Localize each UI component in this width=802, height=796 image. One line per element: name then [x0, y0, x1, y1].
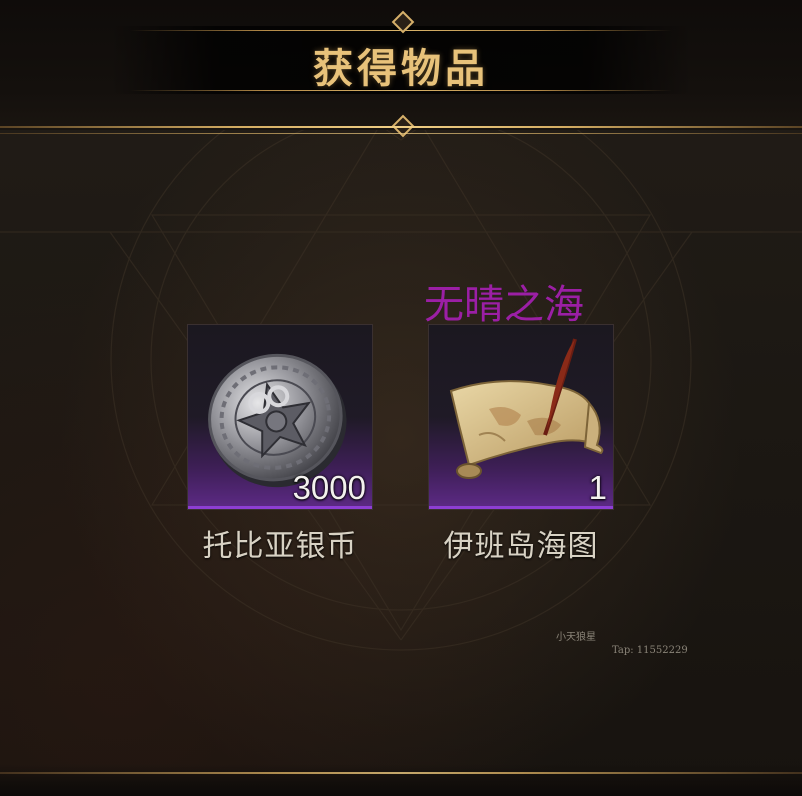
item-card-sea-chart[interactable]: 1 — [428, 324, 614, 510]
watermark-name: 小天狼星 — [556, 632, 596, 643]
item-count: 3000 — [292, 469, 366, 506]
item-card-silver-coin[interactable]: 3000 — [187, 324, 373, 510]
bottom-rule — [0, 772, 802, 774]
header-rule-thin — [0, 133, 802, 134]
item-name: 伊班岛海图 — [443, 529, 599, 564]
watermark-id: Tap: 11552229 — [612, 645, 688, 656]
overlay-label: 无晴之海 — [424, 282, 584, 328]
header-rule — [0, 126, 802, 128]
header: 获得物品 — [0, 0, 802, 138]
bottom-frame — [0, 764, 802, 796]
item-count: 1 — [588, 469, 607, 506]
sea-chart-icon — [449, 338, 604, 479]
page-title: 获得物品 — [313, 46, 489, 92]
item-name: 托比亚银币 — [202, 529, 358, 564]
